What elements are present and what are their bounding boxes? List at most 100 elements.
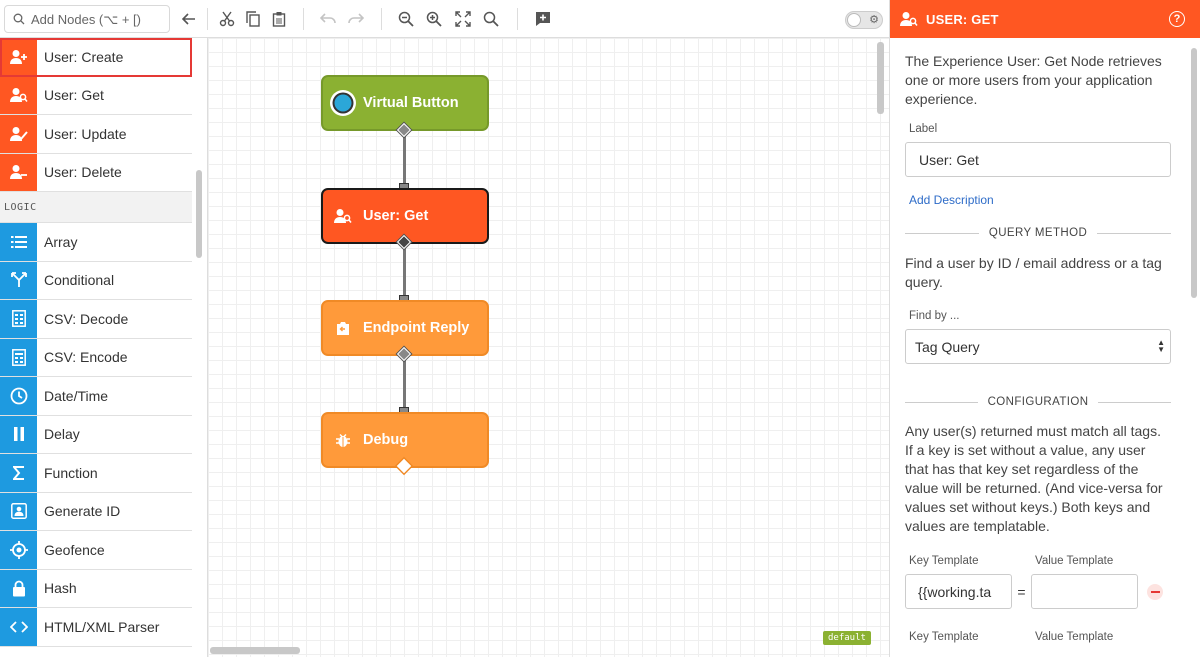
palette-item-array[interactable]: Array	[0, 223, 192, 262]
palette-item-label: Function	[44, 464, 98, 481]
add-nodes-search[interactable]	[4, 5, 171, 33]
configuration-divider: CONFIGURATION	[905, 396, 1172, 408]
magnifier-icon	[483, 11, 499, 27]
fit-to-screen-button[interactable]	[451, 7, 475, 31]
redo-icon	[348, 13, 364, 24]
value-template-caption: Value Template	[1035, 631, 1114, 643]
user-search-icon	[0, 76, 37, 114]
palette-item-user-get[interactable]: User: Get	[0, 76, 192, 115]
node-palette: User: Create User: Get User: Update User…	[0, 38, 208, 657]
palette-item-html-xml-parser[interactable]: HTML/XML Parser	[0, 608, 192, 647]
palette-item-date-time[interactable]: Date/Time	[0, 377, 192, 416]
workflow-tab-badge[interactable]: default	[823, 631, 871, 645]
search-input[interactable]	[31, 11, 171, 27]
node-description: The Experience User: Get Node retrieves …	[905, 53, 1162, 107]
user-remove-icon	[0, 153, 37, 191]
palette-item-label: User: Get	[44, 87, 104, 104]
target-icon	[0, 531, 37, 569]
user-add-icon	[0, 38, 37, 76]
node-virtual-button[interactable]: Virtual Button	[321, 75, 489, 131]
palette-item-label: User: Delete	[44, 164, 122, 181]
template-captions: Key Template Value Template	[905, 555, 1171, 567]
panel-title: USER: GET	[926, 11, 999, 27]
key-template-input[interactable]: {{working.ta	[905, 574, 1012, 609]
panel-header: USER: GET ?	[890, 0, 1200, 38]
zoom-in-button[interactable]	[422, 7, 446, 31]
palette-item-conditional[interactable]: Conditional	[0, 261, 192, 300]
query-method-text: Find a user by ID / email address or a t…	[905, 255, 1162, 290]
remove-row-icon[interactable]	[1147, 583, 1163, 600]
configuration-text: Any user(s) returned must match all tags…	[905, 423, 1163, 534]
palette-scrollbar[interactable]	[196, 170, 202, 258]
add-comment-button[interactable]	[531, 7, 555, 31]
find-by-value: Tag Query	[915, 338, 980, 355]
find-by-select[interactable]: Tag Query ▲ ▼	[905, 329, 1171, 364]
undo-button[interactable]	[316, 7, 340, 31]
palette-item-generate-id[interactable]: Generate ID	[0, 492, 192, 531]
palette-item-csv-decode[interactable]: CSV: Decode	[0, 300, 192, 339]
connection-wire[interactable]	[403, 130, 406, 188]
search-icon	[13, 13, 25, 25]
palette-item-label: Date/Time	[44, 387, 109, 404]
id-card-icon	[0, 492, 37, 530]
csv-decode-icon	[0, 300, 37, 338]
key-template-caption: Key Template	[909, 555, 979, 567]
palette-item-label: User: Update	[44, 125, 127, 142]
connection-wire[interactable]	[403, 354, 406, 412]
add-description-link[interactable]: Add Description	[909, 193, 1171, 207]
palette-item-delay[interactable]: Delay	[0, 415, 192, 454]
palette-item-user-delete[interactable]: User: Delete	[0, 153, 192, 192]
panel-scrollbar[interactable]	[1191, 48, 1197, 298]
select-arrows-icon: ▲ ▼	[1157, 338, 1165, 354]
zoom-out-button[interactable]	[394, 7, 418, 31]
palette-item-label: CSV: Encode	[44, 349, 128, 366]
arrow-left-icon	[182, 13, 195, 25]
palette-item-label: User: Create	[44, 48, 124, 65]
palette-list: User: Create User: Get User: Update User…	[0, 38, 192, 647]
palette-category-logic[interactable]: LOGIC	[0, 192, 192, 223]
workflow-canvas[interactable]: Virtual Button User: Get Endpoint Reply …	[208, 38, 889, 657]
palette-item-hash[interactable]: Hash	[0, 569, 192, 608]
user-search-icon	[900, 12, 918, 26]
palette-item-geofence[interactable]: Geofence	[0, 531, 192, 570]
canvas-vertical-scrollbar[interactable]	[877, 42, 884, 114]
user-search-icon	[323, 208, 363, 224]
branch-icon	[0, 261, 37, 299]
clipboard-icon	[272, 12, 286, 27]
toggle-knob	[847, 13, 861, 27]
label-caption: Label	[909, 123, 938, 135]
label-input[interactable]	[905, 142, 1171, 177]
canvas-horizontal-scrollbar[interactable]	[210, 647, 300, 654]
value-template-input[interactable]	[1031, 574, 1138, 609]
node-label: Debug	[363, 432, 409, 448]
node-label: User: Get	[363, 208, 429, 224]
palette-item-label: CSV: Decode	[44, 310, 129, 327]
zoom-reset-button[interactable]	[479, 7, 503, 31]
help-icon[interactable]: ?	[1169, 11, 1185, 27]
paste-button[interactable]	[267, 7, 291, 31]
palette-item-label: Conditional	[44, 272, 115, 289]
node-label: Virtual Button	[363, 95, 459, 111]
debug-toggle[interactable]: ⚙	[845, 11, 883, 29]
palette-item-user-update[interactable]: User: Update	[0, 115, 192, 154]
user-edit-icon	[0, 115, 37, 153]
node-config-panel: USER: GET ? The Experience User: Get Nod…	[889, 0, 1200, 657]
cut-button[interactable]	[215, 7, 239, 31]
panel-body: The Experience User: Get Node retrieves …	[905, 38, 1172, 643]
gear-icon: ⚙	[869, 14, 879, 26]
redo-button[interactable]	[344, 7, 368, 31]
connection-wire[interactable]	[403, 242, 406, 300]
tag-row: {{working.ta =	[905, 574, 1171, 609]
undo-icon	[320, 13, 336, 24]
back-button[interactable]	[177, 7, 201, 31]
palette-item-user-create[interactable]: User: Create	[0, 38, 192, 77]
equals-sign: =	[1017, 583, 1026, 600]
key-template-caption: Key Template	[909, 631, 979, 643]
zoom-in-icon	[426, 11, 442, 27]
palette-item-function[interactable]: Function	[0, 454, 192, 493]
copy-button[interactable]	[241, 7, 265, 31]
query-method-divider: QUERY METHOD	[905, 227, 1171, 239]
palette-item-label: HTML/XML Parser	[44, 618, 160, 635]
palette-item-csv-encode[interactable]: CSV: Encode	[0, 338, 192, 377]
bug-icon	[323, 433, 363, 448]
